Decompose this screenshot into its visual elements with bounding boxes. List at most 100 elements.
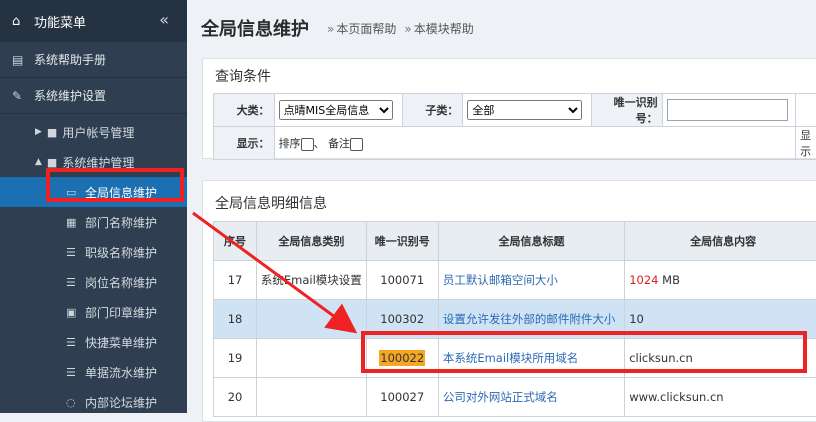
empty-cell	[796, 94, 816, 127]
page-help-label: 本页面帮助	[336, 22, 396, 36]
row-number: 18	[214, 300, 257, 339]
sidebar-item-global-info[interactable]: ▭ 全局信息维护	[0, 177, 187, 207]
folder-icon: ■	[47, 126, 57, 139]
row-title-cell: 公司对外网站正式域名	[438, 378, 624, 417]
row-id: 100027	[366, 378, 438, 417]
sort-checkbox[interactable]	[301, 138, 314, 151]
row-category	[257, 378, 367, 417]
sidebar-item-position-names[interactable]: ☰ 岗位名称维护	[0, 267, 187, 297]
row-content-unit: MB	[659, 273, 680, 287]
sidebar-item-department-names[interactable]: ▦ 部门名称维护	[0, 207, 187, 237]
row-content-unit: www.clicksun.cn	[629, 390, 723, 404]
row-title-link[interactable]: 设置允许发往外部的邮件附件大小	[443, 312, 616, 326]
sidebar-leaf-label: 单据流水维护	[85, 364, 157, 381]
subclass-select[interactable]: 全部	[467, 100, 582, 120]
row-number: 19	[214, 339, 257, 378]
query-title: 查询条件	[203, 59, 816, 93]
row-content: 1024 MB	[625, 261, 816, 300]
sidebar-leaf-label: 部门印章维护	[85, 304, 157, 321]
column-header[interactable]: 唯一识别号	[366, 222, 438, 261]
sidebar-leaf-label: 岗位名称维护	[85, 274, 157, 291]
row-content-unit: 10	[629, 312, 644, 326]
table-row[interactable]: 19 100022 本系统Email模块所用域名 clicksun.cn	[214, 339, 816, 378]
row-title-link[interactable]: 本系统Email模块所用域名	[443, 351, 578, 365]
query-form: 大类： 点晴MIS全局信息 子类： 全部 唯一识别号：	[213, 93, 816, 160]
detail-panel: 全局信息明细信息 序号 全局信息类别 唯一识别号 全局信息标题 全局信息内容 1…	[202, 180, 816, 422]
double-chevron-icon: »	[404, 22, 411, 36]
subclass-label: 子类：	[402, 94, 463, 127]
category-select[interactable]: 点晴MIS全局信息	[279, 100, 393, 120]
monitor-icon: ▭	[66, 186, 78, 199]
chevron-up-icon: ▲	[35, 157, 42, 167]
row-category	[257, 300, 367, 339]
row-content: www.clicksun.cn	[625, 378, 816, 417]
sidebar-group-label: 用户帐号管理	[62, 124, 134, 141]
main-content: 全局信息维护 »本页面帮助 »本模块帮助 查询条件 大类： 点晴MIS全局信息 …	[187, 0, 816, 413]
table-row[interactable]: 20 100027 公司对外网站正式域名 www.clicksun.cn	[214, 378, 816, 417]
category-label: 大类：	[214, 94, 275, 127]
sidebar: ⌂ 功能菜单 « ▤ 系统帮助手册 ✎ 系统维护设置 ▶ ■ 用户帐号管理 ▲ …	[0, 0, 187, 413]
sidebar-leaf-label: 内部论坛维护	[85, 394, 157, 411]
sort-label: 排序	[279, 137, 301, 150]
note-label: 备注	[328, 137, 350, 150]
page-header: 全局信息维护 »本页面帮助 »本模块帮助	[187, 0, 816, 56]
module-help-link[interactable]: »本模块帮助	[404, 20, 473, 37]
display-options: 排序、 备注	[274, 127, 796, 160]
separator: 、	[314, 137, 325, 150]
query-panel: 查询条件 大类： 点晴MIS全局信息 子类： 全部 唯一识别号：	[202, 58, 816, 159]
list-icon: ☰	[66, 366, 78, 379]
row-title-link[interactable]: 公司对外网站正式域名	[443, 390, 558, 404]
column-header[interactable]: 全局信息内容	[625, 222, 816, 261]
collapse-icon[interactable]: «	[159, 10, 169, 29]
row-id: 100071	[366, 261, 438, 300]
row-content-value: 1024	[629, 273, 658, 287]
sidebar-item-label: 系统维护设置	[34, 87, 106, 104]
list-icon: ☰	[66, 246, 78, 259]
sidebar-item-help-manual[interactable]: ▤ 系统帮助手册	[0, 42, 187, 78]
page-title: 全局信息维护	[201, 15, 309, 41]
sidebar-item-department-seals[interactable]: ▣ 部门印章维护	[0, 297, 187, 327]
list-icon: ☰	[66, 336, 78, 349]
display-label: 显示：	[214, 127, 275, 160]
id-label: 唯一识别号：	[591, 94, 662, 127]
sidebar-group-user-accounts[interactable]: ▶ ■ 用户帐号管理	[0, 117, 187, 147]
detail-table: 序号 全局信息类别 唯一识别号 全局信息标题 全局信息内容 17 系统Email…	[213, 221, 816, 417]
row-number: 17	[214, 261, 257, 300]
display-button[interactable]: 显示	[800, 129, 811, 158]
id-cell	[662, 94, 795, 127]
list-icon: ☰	[66, 276, 78, 289]
column-header[interactable]: 序号	[214, 222, 257, 261]
display-button-cell: 显示	[796, 127, 816, 160]
row-content: clicksun.cn	[625, 339, 816, 378]
sidebar-item-rank-names[interactable]: ☰ 职级名称维护	[0, 237, 187, 267]
row-number: 20	[214, 378, 257, 417]
sidebar-leaf-label: 部门名称维护	[85, 214, 157, 231]
row-title-cell: 本系统Email模块所用域名	[438, 339, 624, 378]
column-header[interactable]: 全局信息标题	[438, 222, 624, 261]
sidebar-item-document-sequence[interactable]: ☰ 单据流水维护	[0, 357, 187, 387]
sidebar-title: 功能菜单	[34, 12, 86, 31]
book-icon: ▤	[12, 53, 26, 67]
folder-icon: ■	[47, 156, 57, 169]
id-card-icon: ▣	[66, 306, 78, 319]
double-chevron-icon: »	[327, 22, 334, 36]
column-header[interactable]: 全局信息类别	[257, 222, 367, 261]
sidebar-group-system-maintenance[interactable]: ▲ ■ 系统维护管理	[0, 147, 187, 177]
building-icon: ▦	[66, 216, 78, 229]
row-title-link[interactable]: 员工默认邮箱空间大小	[443, 273, 558, 287]
sidebar-item-shortcut-menu[interactable]: ☰ 快捷菜单维护	[0, 327, 187, 357]
note-checkbox[interactable]	[350, 138, 363, 151]
comments-icon: ◌	[66, 396, 78, 409]
sidebar-item-label: 系统帮助手册	[34, 51, 106, 68]
table-row[interactable]: 18 100302 设置允许发往外部的邮件附件大小 10	[214, 300, 816, 339]
sidebar-group-label: 系统维护管理	[62, 154, 134, 171]
row-id: 100302	[366, 300, 438, 339]
page-help-link[interactable]: »本页面帮助	[327, 20, 396, 37]
row-title-cell: 员工默认邮箱空间大小	[438, 261, 624, 300]
id-input[interactable]	[667, 99, 788, 121]
sidebar-item-system-settings[interactable]: ✎ 系统维护设置	[0, 78, 187, 114]
row-content-unit: clicksun.cn	[629, 351, 693, 365]
home-icon: ⌂	[12, 14, 26, 29]
table-row[interactable]: 17 系统Email模块设置 100071 员工默认邮箱空间大小 1024 MB	[214, 261, 816, 300]
detail-title: 全局信息明细信息	[203, 181, 816, 225]
